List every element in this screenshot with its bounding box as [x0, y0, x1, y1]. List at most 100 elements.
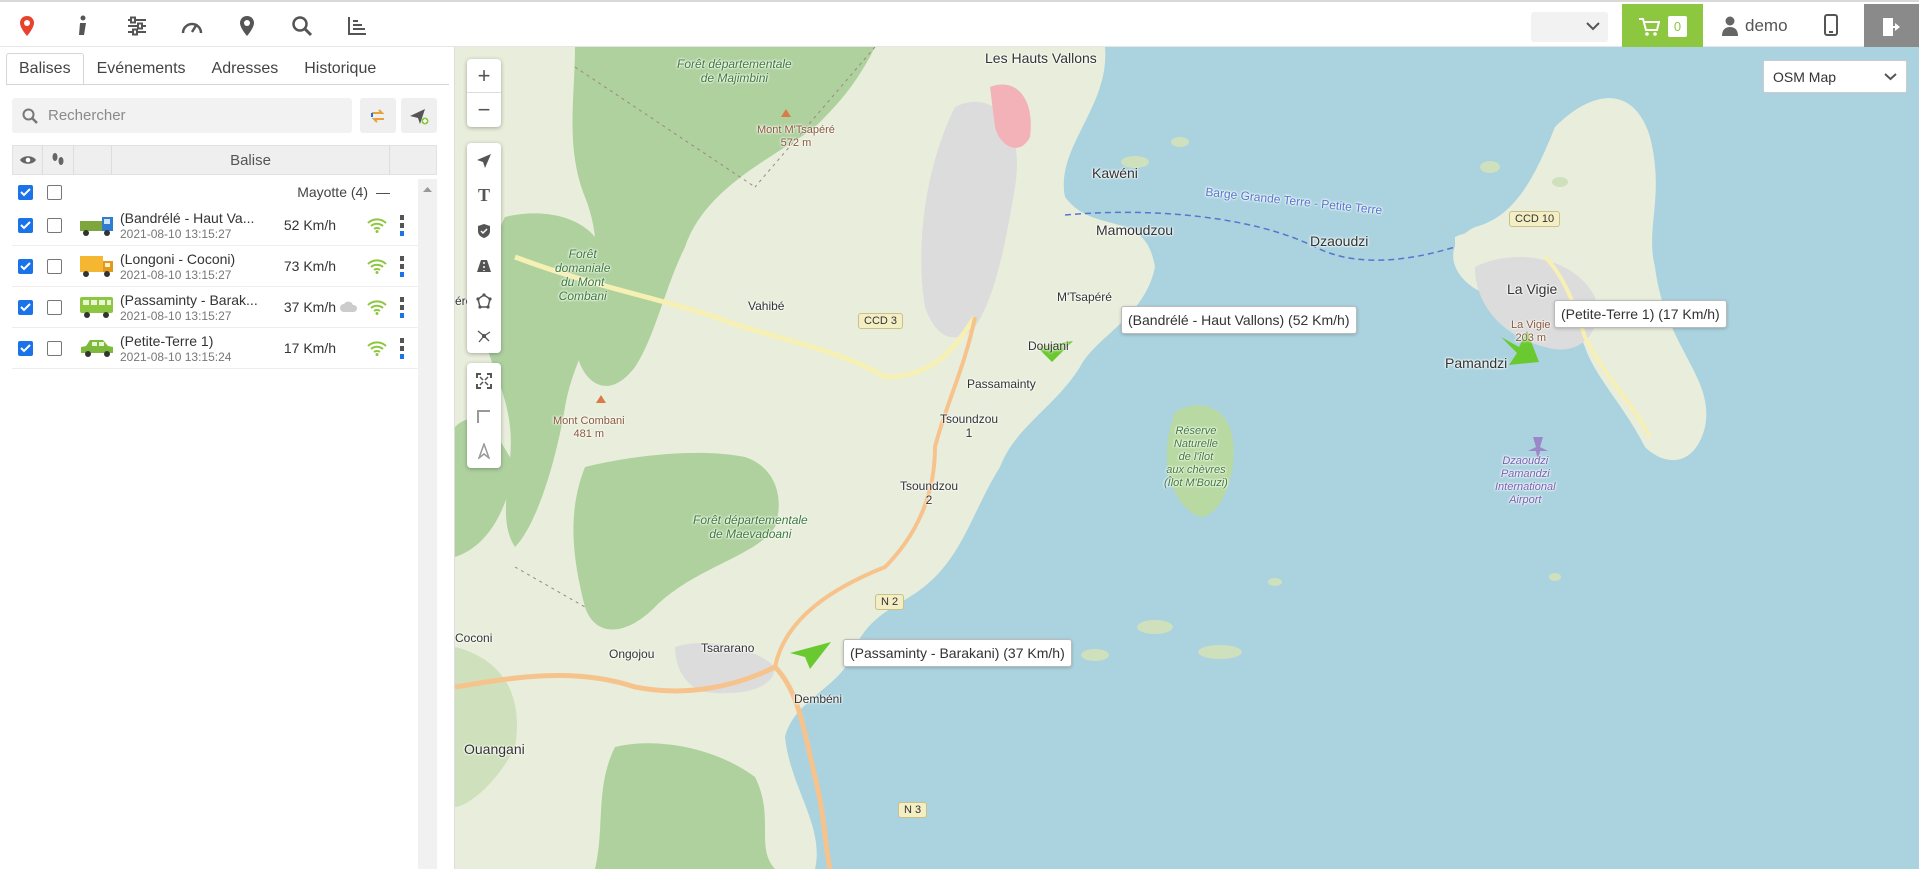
vehicle-time: 2021-08-10 13:15:27 [120, 226, 232, 241]
draw-tools: T [467, 143, 501, 353]
map-view[interactable]: Les Hauts Vallons Kawéni Mamoudzou M'Tsa… [455, 47, 1919, 869]
cart-count-badge: 0 [1668, 16, 1687, 37]
zoom-control: + − [467, 59, 501, 127]
wifi-icon [362, 217, 392, 233]
peak-label: Mont M'Tsapéré 572 m [757, 124, 835, 149]
eye-icon[interactable] [13, 146, 43, 174]
place-label: Mamoudzou [1096, 222, 1174, 238]
add-vehicle-button[interactable] [401, 98, 437, 133]
row-visible-checkbox[interactable] [18, 340, 33, 356]
user-icon [1722, 16, 1738, 36]
tab-balises[interactable]: Balises [6, 53, 84, 85]
vehicle-speed: 37 Km/h [283, 299, 336, 315]
row-track-checkbox[interactable] [47, 340, 62, 356]
group-label: Mayotte (4) [297, 184, 368, 200]
table-row[interactable]: (Passaminty - Barak... 2021-08-10 13:15:2… [12, 287, 424, 328]
row-menu-icon[interactable] [392, 296, 412, 318]
map-layer-select[interactable]: OSM Map [1763, 60, 1907, 93]
row-track-checkbox[interactable] [47, 299, 62, 315]
row-menu-icon[interactable] [392, 255, 412, 277]
chevron-down-icon [1586, 22, 1600, 31]
vehicle-list: Mayotte (4) — (Bandrélé - Haut Va... 2021… [12, 179, 424, 369]
table-row[interactable]: (Bandrélé - Haut Va... 2021-08-10 13:15:2… [12, 205, 424, 246]
peak-label: Mont Combani 481 m [553, 415, 625, 440]
navigate-icon[interactable] [467, 143, 501, 178]
mobile-icon[interactable] [1824, 14, 1838, 41]
wifi-icon [362, 258, 392, 274]
road-shield: CCD 10 [1509, 211, 1561, 227]
vehicle-map-label[interactable]: (Bandrélé - Haut Vallons) (52 Km/h) [1121, 306, 1357, 334]
search-icon [22, 108, 38, 124]
tab-historique[interactable]: Historique [291, 53, 389, 85]
vehicle-name: (Longoni - Coconi) [120, 250, 236, 267]
row-menu-icon[interactable] [392, 337, 412, 359]
refresh-button[interactable] [360, 98, 396, 133]
reserve-label: Réserve Naturelle de l'îlot aux chèvres … [1164, 425, 1228, 489]
logout-button[interactable] [1864, 4, 1919, 49]
group-row[interactable]: Mayotte (4) — [12, 179, 424, 205]
row-menu-icon[interactable] [392, 214, 412, 236]
location-marker-icon[interactable] [232, 11, 262, 41]
place-label: Kawéni [1092, 165, 1138, 181]
tab-adresses[interactable]: Adresses [199, 53, 292, 85]
place-label: Passamainty [967, 377, 1036, 391]
user-menu[interactable]: demo [1722, 14, 1788, 38]
compass-icon[interactable] [467, 433, 501, 468]
left-panel: Balises Evénements Adresses Historique B… [0, 47, 455, 869]
vehicle-name: (Bandrélé - Haut Va... [120, 209, 255, 226]
logout-icon [1882, 17, 1900, 36]
row-visible-checkbox[interactable] [18, 258, 33, 274]
shield-icon[interactable] [467, 213, 501, 248]
vehicle-name: (Passaminty - Barak... [120, 291, 258, 308]
speedometer-icon[interactable] [177, 11, 207, 41]
zoom-in-button[interactable]: + [467, 59, 501, 93]
wifi-icon [362, 340, 392, 356]
wifi-icon [362, 299, 392, 315]
cluster-icon[interactable] [467, 318, 501, 353]
group-visible-checkbox[interactable] [18, 184, 33, 200]
vehicle-time: 2021-08-10 13:15:27 [120, 267, 232, 282]
forest-label: Forêt départementale de Maevadoani [693, 513, 808, 541]
road-shield: N 2 [875, 594, 905, 610]
forest-label: Forêt départementale de Majimbini [677, 57, 792, 85]
row-track-checkbox[interactable] [47, 258, 62, 274]
search-box [12, 98, 352, 133]
row-visible-checkbox[interactable] [18, 299, 33, 315]
measure-icon[interactable] [467, 398, 501, 433]
zoom-out-button[interactable]: − [467, 93, 501, 127]
vehicle-speed: 73 Km/h [283, 258, 336, 274]
grid-header: Balise [12, 145, 437, 175]
road-icon[interactable] [467, 248, 501, 283]
collapse-icon[interactable]: — [376, 184, 396, 200]
truck-icon [80, 256, 113, 277]
polygon-icon[interactable] [467, 283, 501, 318]
row-visible-checkbox[interactable] [18, 217, 33, 233]
text-tool-icon[interactable]: T [467, 178, 501, 213]
airport-label: Dzaoudzi Pamandzi International Airport [1495, 455, 1556, 506]
road-shield: CCD 3 [858, 313, 904, 329]
account-select[interactable] [1531, 12, 1608, 42]
row-track-checkbox[interactable] [47, 217, 62, 233]
column-balise[interactable]: Balise [112, 146, 390, 174]
info-icon[interactable] [67, 11, 97, 41]
place-label: Doujani [1028, 339, 1069, 353]
footprints-icon[interactable] [43, 146, 74, 174]
scroll-up-icon[interactable] [418, 183, 437, 197]
search-input[interactable] [48, 107, 328, 124]
group-track-checkbox[interactable] [47, 184, 62, 200]
table-row[interactable]: (Petite-Terre 1) 2021-08-10 13:15:24 17 K… [12, 328, 424, 369]
vehicle-time: 2021-08-10 13:15:27 [120, 308, 232, 323]
sliders-icon[interactable] [122, 11, 152, 41]
fullscreen-icon[interactable] [467, 363, 501, 398]
vehicle-map-label[interactable]: (Passaminty - Barakani) (37 Km/h) [843, 639, 1072, 667]
search-icon[interactable] [287, 11, 317, 41]
place-label: M'Tsapéré [1057, 290, 1112, 304]
cart-button[interactable]: 0 [1622, 4, 1703, 49]
table-row[interactable]: (Longoni - Coconi) 2021-08-10 13:15:27 73… [12, 246, 424, 287]
vehicle-map-label[interactable]: (Petite-Terre 1) (17 Km/h) [1554, 300, 1727, 328]
tab-evenements[interactable]: Evénements [84, 53, 199, 85]
chart-icon[interactable] [342, 11, 372, 41]
list-scrollbar[interactable] [418, 179, 437, 869]
bus-icon [80, 297, 113, 318]
map-pin-icon[interactable] [12, 11, 42, 41]
